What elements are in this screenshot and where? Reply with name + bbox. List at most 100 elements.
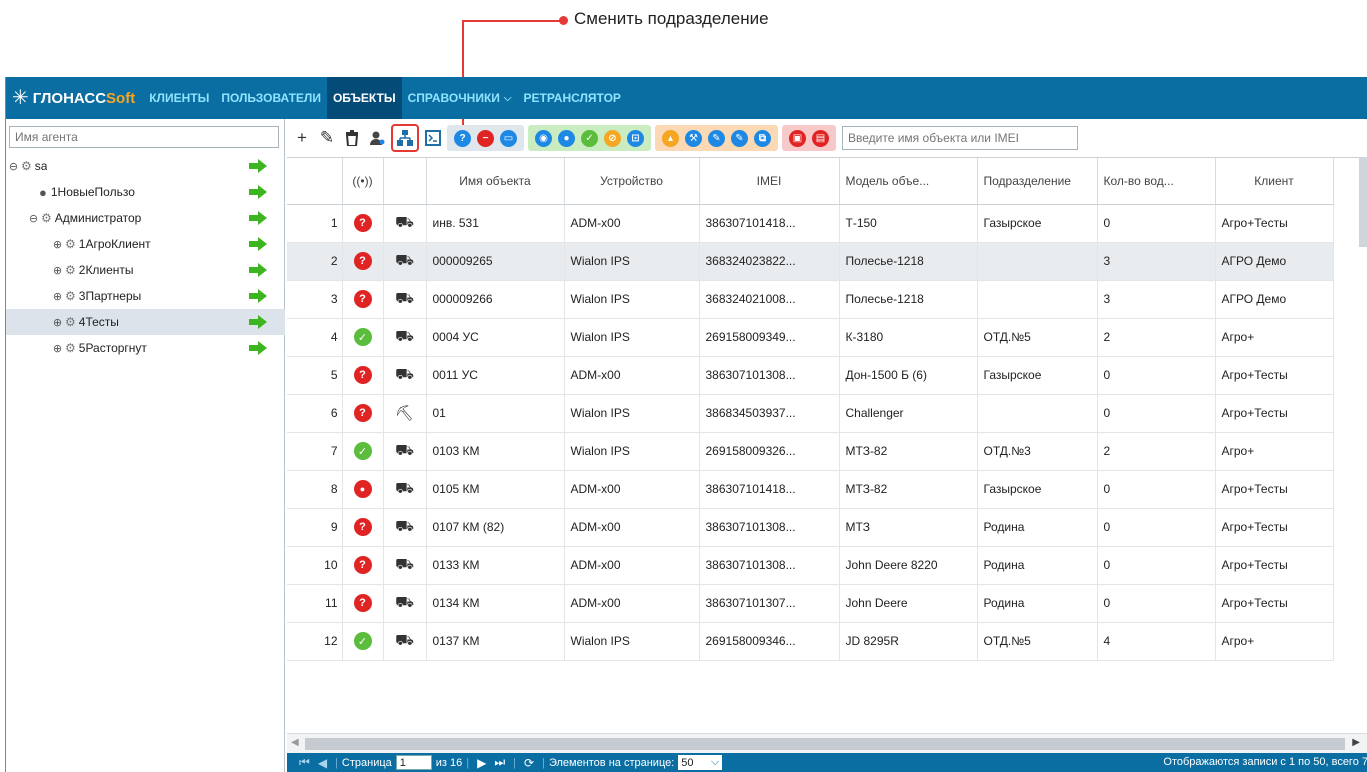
table-row[interactable]: 9? ⛟ 0107 КМ (82) ADM-x00 386307101308... МТЗ… [287,508,1334,547]
refresh-icon[interactable]: ⟳ [524,756,534,770]
nav-objects[interactable]: ОБЪЕКТЫ [326,77,402,119]
object-search-input[interactable] [842,126,1078,150]
filter-visible-icon[interactable]: ◉ [535,129,552,147]
delete-icon[interactable] [341,127,363,149]
expand-icon[interactable]: ⊕ [52,342,63,355]
nav-directories[interactable]: СПРАВОЧНИКИ ⌵ [402,77,518,119]
filter-tool-icon[interactable]: ⚒ [685,129,702,147]
table-row[interactable]: 1? ⛟ инв. 531 ADM-x00 386307101418... Т-150 Га… [287,204,1334,243]
harvester-icon: ⛟ [395,213,414,231]
pager-separator: | [513,756,517,769]
division-cell: Газырское [977,470,1098,509]
vehicle-type-cell: ⛟ [383,584,427,623]
nav-retranslator[interactable]: РЕТРАНСЛЯТОР [518,77,627,119]
tree-node[interactable]: ⊕ ⚙ 2Клиенты [6,257,285,283]
vehicle-type-cell: ⛟ [383,242,427,281]
logo[interactable]: ✳ ГЛОНАСС Soft [6,77,143,119]
arrow-right-icon[interactable] [249,211,267,225]
horizontal-scroll-thumb[interactable] [305,738,1345,750]
tree-node[interactable]: ⊕ ⚙ 5Расторгнут [6,335,285,361]
first-page-icon[interactable]: ⏮ [299,755,310,770]
drivers-cell: 2 [1097,432,1216,471]
filter-unknown-icon[interactable]: ? [454,129,471,147]
change-division-icon[interactable] [391,124,419,152]
filter-cart-icon[interactable]: ⊡ [627,129,644,147]
vertical-scrollbar[interactable] [1359,157,1367,247]
filter-chart-icon[interactable]: ▴ [662,129,679,147]
table-row[interactable]: 8 ● ⛟ 0105 КМ ADM-x00 386307101418... МТЗ-82 Га… [287,470,1334,509]
expand-icon[interactable]: ⊕ [52,316,63,329]
per-page-value: 50 [681,756,694,769]
next-page-icon[interactable]: ▶ [477,756,486,770]
tree-node[interactable]: ● 1НовыеПользо [6,179,285,205]
client-cell: Агро+Тесты [1215,470,1334,509]
row-number: 9 [287,508,343,547]
last-page-icon[interactable]: ⏭ [494,755,505,770]
arrow-right-icon[interactable] [249,289,267,303]
table-row[interactable]: 12 ✓ ⛟ 0137 КМ Wialon IPS 269158009346... JD 8… [287,622,1334,661]
table-row[interactable]: 3? ⛟ 000009266 Wialon IPS 368324021008... Пол… [287,280,1334,319]
filter-disabled-icon[interactable]: ⊘ [604,129,621,147]
filter-link-icon[interactable]: ⧉ [754,129,771,147]
add-icon[interactable]: + [291,127,313,149]
column-header-model[interactable]: Модель объе... [839,158,978,205]
arrow-right-icon[interactable] [249,263,267,277]
agent-search-input[interactable] [9,126,279,148]
table-row[interactable]: 10? ⛟ 0133 КМ ADM-x00 386307101308... John De… [287,546,1334,585]
filter-edit-icon[interactable]: ✎ [731,129,748,147]
nav-clients[interactable]: КЛИЕНТЫ [143,77,215,119]
filter-pencil-icon[interactable]: ✎ [708,129,725,147]
filter-group-service: ▴ ⚒ ✎ ✎ ⧉ [655,125,778,151]
arrow-right-icon[interactable] [249,237,267,251]
division-cell: Газырское [977,356,1098,395]
arrow-right-icon[interactable] [249,341,267,355]
arrow-right-icon[interactable] [249,315,267,329]
table-row[interactable]: 7 ✓ ⛟ 0103 КМ Wialon IPS 269158009326... МТЗ-8… [287,432,1334,471]
table-row[interactable]: 6? ⛏ 01 Wialon IPS 386834503937... Challenger… [287,394,1334,433]
imei-cell: 269158009346... [699,622,840,661]
device-cell: ADM-x00 [564,508,700,547]
table-row[interactable]: 4 ✓ ⛟ 0004 УС Wialon IPS 269158009349... К-318… [287,318,1334,357]
column-header-vehicle-type [383,158,427,205]
collapse-icon[interactable]: ⊖ [8,160,19,173]
tree-node[interactable]: ⊕ ⚙ 4Тесты [6,309,285,335]
arrow-right-icon[interactable] [249,185,267,199]
table-row[interactable]: 2? ⛟ 000009265 Wialon IPS 368324023822... Пол… [287,242,1334,281]
column-header-imei[interactable]: IMEI [699,158,840,205]
terminal-icon[interactable] [422,127,444,149]
tree-node[interactable]: ⊖ ⚙ sa [6,153,285,179]
column-header-connection[interactable]: ((•)) [342,158,384,205]
column-header-client[interactable]: Клиент [1215,158,1334,205]
filter-ok-icon[interactable]: ✓ [581,129,598,147]
expand-icon[interactable]: ⊕ [52,264,63,277]
nav-users[interactable]: ПОЛЬЗОВАТЕЛИ [215,77,327,119]
objects-table: ((•)) Имя объекта Устройство IMEI Модель… [287,158,1334,661]
filter-archive-icon[interactable]: ▭ [500,129,517,147]
expand-icon[interactable]: ⊕ [52,290,63,303]
filter-online-icon[interactable]: ● [558,129,575,147]
filter-trash-icon[interactable]: ▤ [812,129,829,147]
row-number: 4 [287,318,343,357]
collapse-icon[interactable]: ⊖ [28,212,39,225]
page-number-input[interactable] [395,755,432,770]
tree-node[interactable]: ⊖ ⚙ Администратор [6,205,285,231]
scroll-right-icon[interactable]: ▶ [1352,737,1360,748]
table-row[interactable]: 11? ⛟ 0134 КМ ADM-x00 386307101307... John De… [287,584,1334,623]
edit-icon[interactable]: ✎ [316,127,338,149]
per-page-select[interactable]: 50 ⌵ [678,755,723,770]
expand-icon[interactable]: ⊕ [52,238,63,251]
column-header-device[interactable]: Устройство [564,158,700,205]
assign-user-icon[interactable] [366,127,388,149]
column-header-drivers[interactable]: Кол-во вод... [1097,158,1216,205]
scroll-left-icon[interactable]: ◀ [291,737,299,748]
column-header-division[interactable]: Подразделение [977,158,1098,205]
filter-blocked-icon[interactable]: − [477,129,494,147]
tree-node[interactable]: ⊕ ⚙ 3Партнеры [6,283,285,309]
column-header-name[interactable]: Имя объекта [426,158,565,205]
prev-page-icon[interactable]: ◀ [318,756,327,770]
arrow-right-icon[interactable] [249,159,267,173]
filter-lock-icon[interactable]: ▣ [789,129,806,147]
tree-node[interactable]: ⊕ ⚙ 1АгроКлиент [6,231,285,257]
horizontal-scrollbar[interactable]: ◀ ▶ [287,733,1367,753]
table-row[interactable]: 5? ⛟ 0011 УС ADM-x00 386307101308... Дон-1500… [287,356,1334,395]
